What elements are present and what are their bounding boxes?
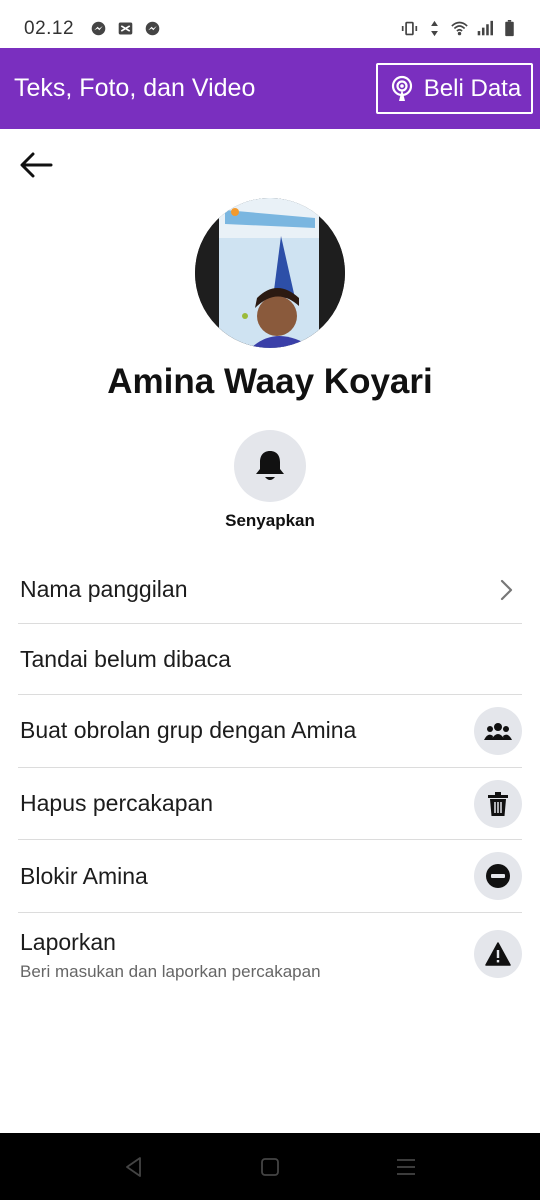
buy-data-button[interactable]: Beli Data bbox=[376, 63, 533, 114]
wifi-icon bbox=[451, 21, 468, 36]
buy-data-label: Beli Data bbox=[423, 74, 522, 102]
mute-label: Senyapkan bbox=[225, 511, 315, 530]
group-icon bbox=[484, 723, 512, 740]
create-group-chat-label: Buat obrolan grup dengan Amina bbox=[20, 717, 357, 743]
block-label: Blokir Amina bbox=[20, 863, 148, 889]
trash-icon-button[interactable] bbox=[474, 780, 522, 828]
delete-conversation-label: Hapus percakapan bbox=[20, 790, 214, 816]
warning-icon bbox=[485, 942, 511, 966]
report-label: Laporkan bbox=[20, 929, 116, 955]
nav-menu-icon[interactable] bbox=[394, 1155, 418, 1179]
mark-unread-label: Tandai belum dibaca bbox=[20, 646, 231, 672]
create-group-chat-item[interactable]: Buat obrolan grup dengan Amina bbox=[18, 695, 522, 768]
battery-icon bbox=[505, 20, 514, 37]
report-sublabel: Beri masukan dan laporkan percakapan bbox=[20, 962, 321, 981]
vibrate-icon bbox=[401, 21, 418, 36]
arrow-left-icon bbox=[20, 152, 53, 178]
messenger-icon bbox=[91, 21, 106, 36]
back-button[interactable] bbox=[16, 145, 56, 185]
mark-unread-item[interactable]: Tandai belum dibaca bbox=[18, 624, 522, 695]
status-system-icons bbox=[401, 20, 518, 37]
delete-conversation-item[interactable]: Hapus percakapan bbox=[18, 768, 522, 840]
bell-icon bbox=[256, 451, 284, 480]
gallery-icon bbox=[118, 22, 133, 35]
data-offer-banner: Teks, Foto, dan Video Beli Data bbox=[0, 48, 540, 129]
nickname-label: Nama panggilan bbox=[20, 576, 188, 602]
data-arrows-icon bbox=[431, 20, 438, 37]
nickname-item[interactable]: Nama panggilan bbox=[18, 556, 522, 624]
chevron-right-icon bbox=[500, 579, 513, 601]
block-item[interactable]: Blokir Amina bbox=[18, 840, 522, 913]
status-time: 02.12 bbox=[24, 18, 75, 39]
block-icon-button[interactable] bbox=[474, 852, 522, 900]
nav-back-icon[interactable] bbox=[122, 1155, 146, 1179]
nav-home-icon[interactable] bbox=[258, 1155, 282, 1179]
messenger-icon bbox=[145, 21, 160, 36]
podcast-icon bbox=[391, 75, 412, 101]
group-icon-button[interactable] bbox=[474, 707, 522, 755]
banner-title: Teks, Foto, dan Video bbox=[14, 74, 256, 102]
block-icon bbox=[486, 864, 510, 888]
status-notification-icons bbox=[90, 20, 161, 37]
profile-name: Amina Waay Koyari bbox=[107, 362, 433, 401]
mute-button[interactable] bbox=[234, 430, 306, 502]
profile-avatar bbox=[195, 198, 345, 348]
navigation-bar bbox=[0, 1133, 540, 1200]
warning-icon-button[interactable] bbox=[474, 930, 522, 978]
report-item[interactable]: Laporkan Beri masukan dan laporkan perca… bbox=[18, 913, 522, 997]
signal-icon bbox=[477, 20, 493, 36]
trash-icon bbox=[488, 792, 508, 816]
status-bar: 02.12 bbox=[0, 0, 540, 48]
